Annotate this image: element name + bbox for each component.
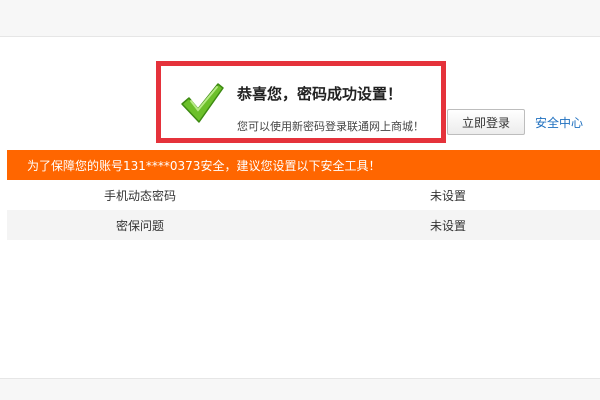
- success-title: 恭喜您，密码成功设置！: [237, 85, 403, 103]
- tool-status: 未设置: [430, 189, 467, 203]
- tool-name: 密保问题: [115, 219, 164, 233]
- security-center-link[interactable]: 安全中心: [535, 114, 583, 131]
- security-warning-banner: 为了保障您的账号131****0373安全，建议您设置以下安全工具！: [7, 150, 600, 180]
- security-warning-text: 为了保障您的账号131****0373安全，建议您设置以下安全工具！: [27, 159, 381, 173]
- security-tools-table: 手机动态密码 未设置 密保问题 未设置: [7, 180, 600, 240]
- footer-band: [0, 378, 600, 400]
- table-row: 手机动态密码 未设置: [7, 180, 600, 210]
- login-now-button[interactable]: 立即登录: [447, 109, 525, 135]
- table-row: 密保问题 未设置: [7, 210, 600, 240]
- top-header-band: [0, 0, 600, 37]
- tool-name: 手机动态密码: [103, 189, 176, 203]
- success-description: 您可以使用新密码登录联通网上商城！: [237, 120, 424, 133]
- checkmark-icon: [181, 83, 224, 123]
- success-message-box: 恭喜您，密码成功设置！ 您可以使用新密码登录联通网上商城！: [156, 61, 446, 143]
- tool-status: 未设置: [430, 219, 467, 233]
